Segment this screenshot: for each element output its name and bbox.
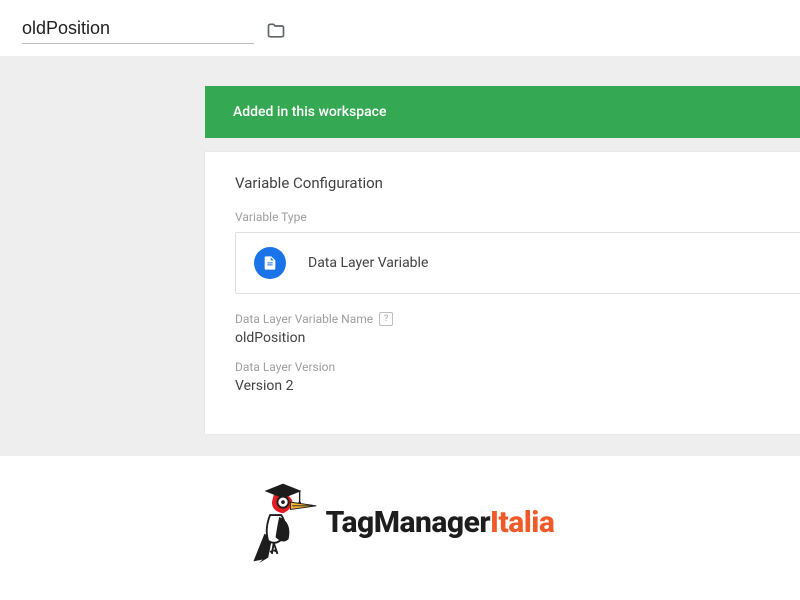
header-bar	[0, 0, 800, 56]
logo-text: TagManagerItalia	[326, 505, 555, 540]
variable-type-value: Data Layer Variable	[308, 255, 428, 271]
card-title: Variable Configuration	[205, 174, 800, 210]
woodpecker-icon	[246, 478, 320, 566]
data-layer-icon	[254, 247, 286, 279]
variable-name-input[interactable]	[22, 18, 254, 44]
dlv-version-label: Data Layer Version	[235, 360, 770, 378]
dlv-name-label: Data Layer Variable Name ?	[235, 312, 770, 330]
folder-icon[interactable]	[266, 21, 286, 41]
variable-type-selector[interactable]: Data Layer Variable	[235, 232, 800, 294]
content-area: Added in this workspace Variable Configu…	[0, 56, 800, 456]
variable-config-card: Variable Configuration Variable Type Dat…	[205, 152, 800, 434]
brand-logo: TagManagerItalia	[0, 456, 800, 566]
workspace-banner: Added in this workspace	[205, 86, 800, 138]
help-icon[interactable]: ?	[379, 312, 393, 326]
variable-type-label: Variable Type	[205, 210, 800, 232]
dlv-name-value: oldPosition	[235, 330, 770, 346]
banner-text: Added in this workspace	[233, 104, 386, 120]
dlv-version-value: Version 2	[235, 378, 770, 394]
